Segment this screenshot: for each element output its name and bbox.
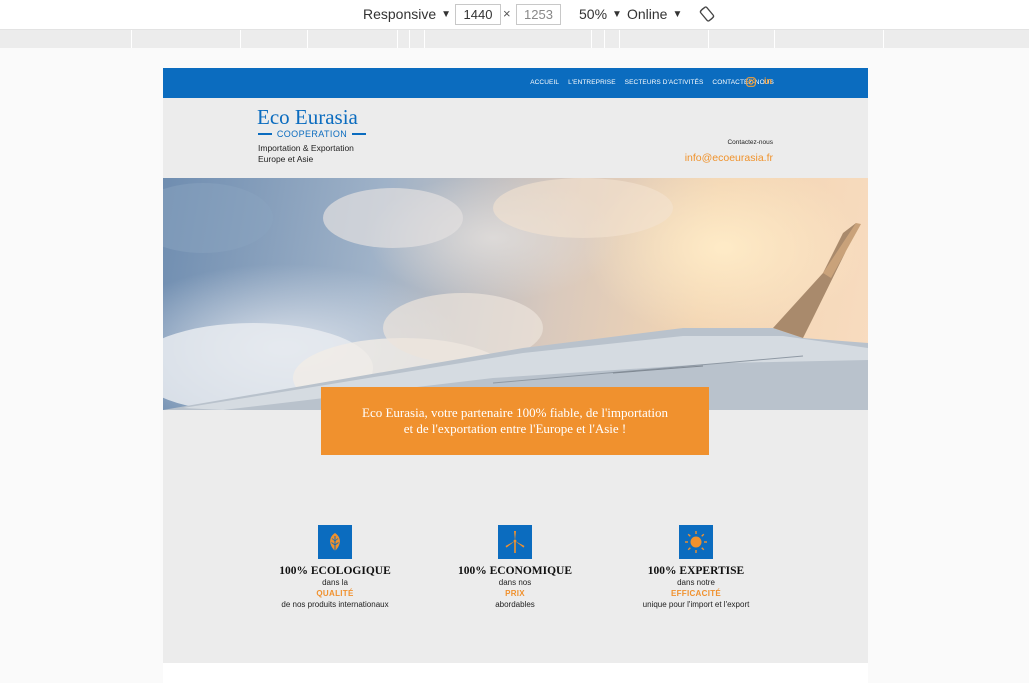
site-navbar: ACCUEIL L'ENTREPRISE SECTEURS D'ACTIVITÉ… [163, 68, 868, 98]
device-select[interactable]: Responsive ▼ [363, 6, 451, 22]
ruler-tick [619, 30, 620, 48]
feature-text: dans la [322, 578, 348, 587]
feature-title: 100% ECOLOGIQUE [279, 565, 391, 577]
brand-subtitle-row: COOPERATION [258, 128, 366, 140]
hero-banner: Eco Eurasia, votre partenaire 100% fiabl… [321, 387, 709, 455]
rotate-icon[interactable] [699, 6, 715, 22]
chevron-down-icon: ▼ [612, 8, 622, 20]
nav-link-secteurs[interactable]: SECTEURS D'ACTIVITÉS [625, 79, 704, 86]
ruler-tick [240, 30, 241, 48]
dimension-separator: × [503, 6, 511, 21]
ruler-tick [307, 30, 308, 48]
feature-ecologique: 100% ECOLOGIQUE dans la QUALITÉ de nos p… [245, 525, 425, 610]
feature-title: 100% EXPERTISE [647, 565, 745, 577]
feature-text: unique pour l'import et l'export [642, 600, 750, 609]
nav-link-entreprise[interactable]: L'ENTREPRISE [568, 79, 616, 86]
ruler-tick [409, 30, 410, 48]
ruler-tick [774, 30, 775, 48]
feature-expertise: 100% EXPERTISE dans notre EFFICACITÉ uni… [606, 525, 786, 610]
ruler-tick [708, 30, 709, 48]
tagline-line: Importation & Exportation [258, 143, 354, 153]
instagram-icon[interactable] [746, 77, 756, 87]
feature-text: dans nos [498, 578, 532, 587]
feature-text: abordables [495, 600, 535, 609]
leaf-icon [318, 525, 352, 559]
brand-tagline: Importation & Exportation Europe et Asie [258, 143, 354, 165]
media-query-ruler[interactable] [0, 30, 1029, 48]
network-label: Online [627, 6, 668, 22]
ruler-tick [424, 30, 425, 48]
brand-logo[interactable]: Eco Eurasia [257, 105, 358, 130]
hero-banner-text: Eco Eurasia, votre partenaire 100% fiabl… [335, 405, 695, 437]
zoom-select[interactable]: 50% ▼ [579, 6, 622, 22]
feature-highlight: EFFICACITÉ [670, 589, 722, 598]
devtools-toolbar: Responsive ▼ 1440 × 1253 50% ▼ Online ▼ [0, 0, 1029, 30]
feature-highlight: QUALITÉ [316, 589, 354, 598]
tagline-line: Europe et Asie [258, 154, 314, 164]
chevron-down-icon: ▼ [672, 8, 683, 20]
linkedin-icon[interactable]: in [764, 76, 772, 86]
next-section-edge [163, 663, 868, 683]
width-input[interactable]: 1440 [455, 4, 501, 25]
device-label: Responsive [363, 6, 437, 22]
chevron-down-icon: ▼ [441, 8, 452, 20]
airplane-wing-illustration [163, 178, 868, 410]
hero-banner-line: et de l'exportation entre l'Europe et l'… [403, 421, 627, 436]
brand-subtitle: COOPERATION [276, 129, 348, 139]
zoom-label: 50% [579, 6, 608, 22]
divider [258, 133, 272, 135]
feature-economique: 100% ECONOMIQUE dans nos PRIX abordables [425, 525, 605, 610]
ruler-tick [883, 30, 884, 48]
nav-links: ACCUEIL L'ENTREPRISE SECTEURS D'ACTIVITÉ… [530, 79, 774, 86]
feature-text: dans notre [677, 578, 715, 587]
website-preview: ACCUEIL L'ENTREPRISE SECTEURS D'ACTIVITÉ… [163, 68, 868, 683]
sun-icon [679, 525, 713, 559]
ruler-tick [131, 30, 132, 48]
wind-turbine-icon [498, 525, 532, 559]
network-select[interactable]: Online ▼ [627, 6, 682, 22]
hero-image [163, 178, 868, 410]
contact-label: Contactez-nous [727, 139, 773, 146]
ruler-tick [604, 30, 605, 48]
hero-banner-line: Eco Eurasia, votre partenaire 100% fiabl… [362, 405, 668, 420]
feature-text: de nos produits internationaux [281, 600, 389, 609]
divider [352, 133, 366, 135]
ruler-tick [397, 30, 398, 48]
ruler-tick [591, 30, 592, 48]
feature-title: 100% ECONOMIQUE [457, 565, 573, 577]
nav-link-accueil[interactable]: ACCUEIL [530, 79, 559, 86]
height-input[interactable]: 1253 [516, 4, 561, 25]
feature-highlight: PRIX [505, 589, 525, 598]
contact-email-link[interactable]: info@ecoeurasia.fr [685, 152, 773, 164]
site-header: Eco Eurasia COOPERATION Importation & Ex… [163, 98, 868, 178]
